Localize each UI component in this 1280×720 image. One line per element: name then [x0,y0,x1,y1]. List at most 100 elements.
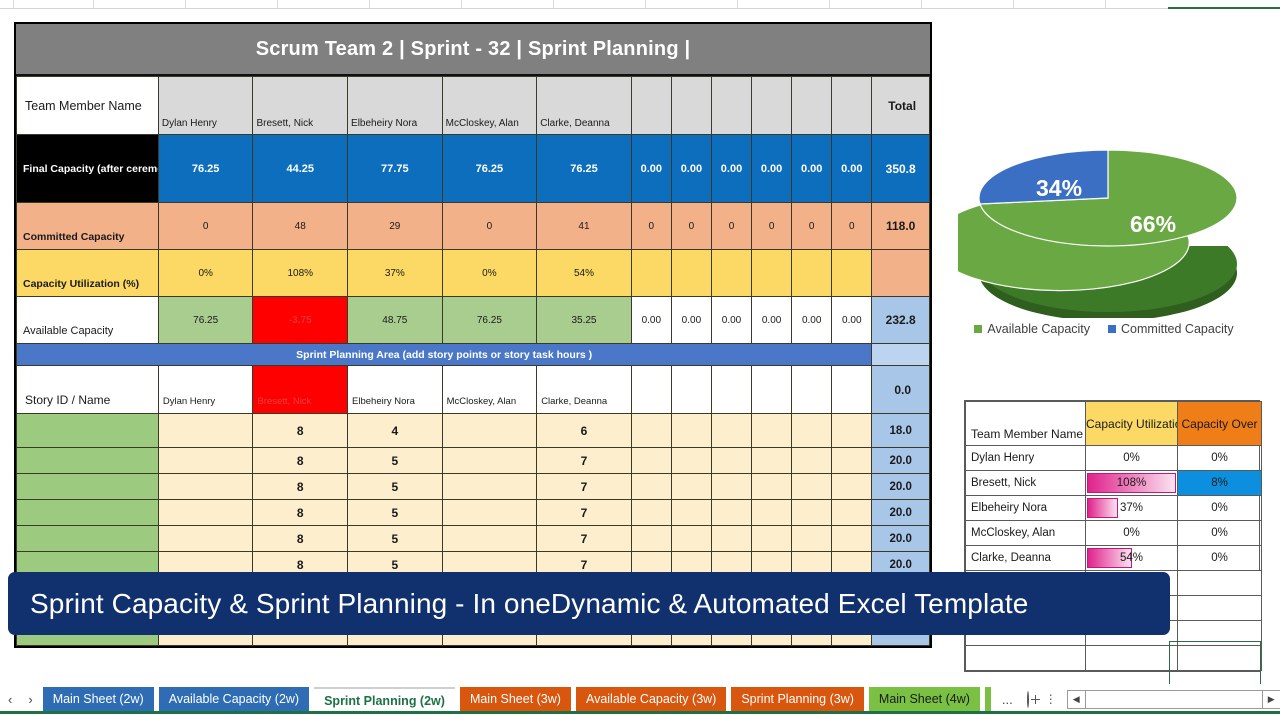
story-points-cell[interactable] [157,447,254,474]
story-points-cell[interactable] [751,413,793,448]
table-row[interactable]: Clarke, Deanna 54% 0% [965,545,1262,571]
story-name-cell[interactable] [16,413,159,448]
capacity-utilization-cell[interactable]: 108% [252,249,349,297]
committed-capacity-cell[interactable]: 0 [670,202,712,250]
capacity-utilization-cell[interactable] [791,249,833,297]
story-points-cell[interactable]: 7 [536,447,632,474]
capacity-utilization-cell[interactable]: 54% [536,249,632,297]
table-row[interactable]: Dylan Henry 0% 0% [965,445,1262,471]
story-points-cell[interactable]: 8 [252,499,349,526]
story-points-cell[interactable] [630,447,672,474]
story-points-cell[interactable] [441,413,538,448]
table-row[interactable]: 8 4 6 18.0 [16,413,930,448]
committed-capacity-cell[interactable]: 0 [831,202,873,250]
horizontal-scrollbar[interactable]: ◀ ▶ [1066,689,1280,709]
final-capacity-cell[interactable]: 44.25 [252,134,349,203]
story-points-cell[interactable] [157,473,254,500]
story-points-cell[interactable] [710,473,753,500]
story-points-cell[interactable] [831,499,873,526]
final-capacity-cell[interactable]: 0.00 [630,134,672,203]
story-points-cell[interactable] [791,525,833,552]
available-capacity-cell[interactable]: 0.00 [630,296,672,344]
capacity-utilization-cell[interactable] [710,249,753,297]
available-capacity-cell[interactable]: 35.25 [536,296,632,344]
sheet-tab-sprint-planning-3w[interactable]: Sprint Planning (3w) [731,687,864,711]
committed-capacity-cell[interactable]: 0 [751,202,793,250]
table-row[interactable]: 8 5 7 20.0 [16,499,930,526]
available-capacity-cell[interactable]: 48.75 [347,296,443,344]
capacity-utilization-cell[interactable] [630,249,672,297]
story-points-cell[interactable] [630,525,672,552]
story-points-cell[interactable] [751,473,793,500]
story-points-cell[interactable] [441,525,538,552]
story-points-cell[interactable] [831,413,873,448]
story-points-cell[interactable] [670,447,712,474]
story-points-cell[interactable] [630,499,672,526]
committed-capacity-cell[interactable]: 41 [536,202,632,250]
side-empty-cell[interactable] [1085,645,1178,671]
available-capacity-cell[interactable]: 76.25 [441,296,538,344]
capacity-utilization-cell[interactable] [831,249,873,297]
sheet-tab-main-sheet-4w[interactable]: Main Sheet (4w) [868,687,980,711]
story-points-cell[interactable]: 8 [252,447,349,474]
story-points-cell[interactable] [670,525,712,552]
story-points-cell[interactable] [630,413,672,448]
story-points-cell[interactable] [791,499,833,526]
story-points-cell[interactable]: 7 [536,525,632,552]
sheet-tab-available-capacity-3w[interactable]: Available Capacity (3w) [575,687,727,711]
story-points-cell[interactable]: 5 [347,473,443,500]
tab-more-menu-icon[interactable]: ⋮ [1045,692,1057,706]
story-points-cell[interactable]: 8 [252,413,349,448]
story-points-cell[interactable]: 7 [536,473,632,500]
sheet-tab-main-sheet-3w[interactable]: Main Sheet (3w) [459,687,571,711]
story-name-cell[interactable] [16,499,159,526]
capacity-utilization-cell[interactable]: 0% [441,249,538,297]
story-points-cell[interactable] [441,473,538,500]
capacity-utilization-cell[interactable] [751,249,793,297]
final-capacity-cell[interactable]: 0.00 [791,134,833,203]
story-points-cell[interactable] [710,447,753,474]
scroll-track[interactable] [1085,689,1262,709]
scroll-left-icon[interactable]: ◀ [1066,689,1086,709]
story-points-cell[interactable] [157,413,254,448]
story-points-cell[interactable]: 8 [252,525,349,552]
final-capacity-cell[interactable]: 0.00 [751,134,793,203]
story-points-cell[interactable] [441,499,538,526]
story-points-cell[interactable] [710,499,753,526]
side-empty-cell[interactable] [1177,570,1262,596]
story-points-cell[interactable] [670,413,712,448]
story-points-cell[interactable] [441,447,538,474]
story-name-cell[interactable] [16,525,159,552]
story-points-cell[interactable] [670,473,712,500]
final-capacity-cell[interactable]: 0.00 [710,134,753,203]
story-points-cell[interactable] [831,525,873,552]
sheet-tab-available-capacity-2w[interactable]: Available Capacity (2w) [158,687,310,711]
committed-capacity-cell[interactable]: 29 [347,202,443,250]
story-points-cell[interactable] [751,447,793,474]
available-capacity-cell[interactable]: 0.00 [791,296,833,344]
final-capacity-cell[interactable]: 76.25 [441,134,538,203]
side-empty-cell[interactable] [965,645,1086,671]
table-row[interactable]: Bresett, Nick 108% 8% [965,470,1262,496]
story-points-cell[interactable] [710,413,753,448]
legend-item-available[interactable]: Available Capacity [974,322,1090,336]
story-points-cell[interactable] [710,525,753,552]
final-capacity-cell[interactable]: 0.00 [831,134,873,203]
story-name-cell[interactable] [16,447,159,474]
story-points-cell[interactable]: 4 [347,413,443,448]
story-points-cell[interactable] [630,473,672,500]
capacity-pie-chart[interactable]: 34% 66% Available Capacity Committed Cap… [930,124,1274,364]
tab-nav-prev-icon[interactable]: ‹ [8,692,12,707]
available-capacity-cell-negative[interactable]: -3.75 [252,296,349,344]
available-capacity-cell[interactable]: 0.00 [831,296,873,344]
available-capacity-cell[interactable]: 76.25 [157,296,254,344]
table-row[interactable]: 8 5 7 20.0 [16,525,930,552]
story-points-cell[interactable] [831,473,873,500]
final-capacity-cell[interactable]: 76.25 [157,134,254,203]
committed-capacity-cell[interactable]: 0 [710,202,753,250]
story-points-cell[interactable] [157,499,254,526]
table-row[interactable]: 8 5 7 20.0 [16,447,930,474]
capacity-utilization-cell[interactable]: 0% [157,249,254,297]
story-points-cell[interactable] [791,447,833,474]
story-points-cell[interactable]: 5 [347,499,443,526]
